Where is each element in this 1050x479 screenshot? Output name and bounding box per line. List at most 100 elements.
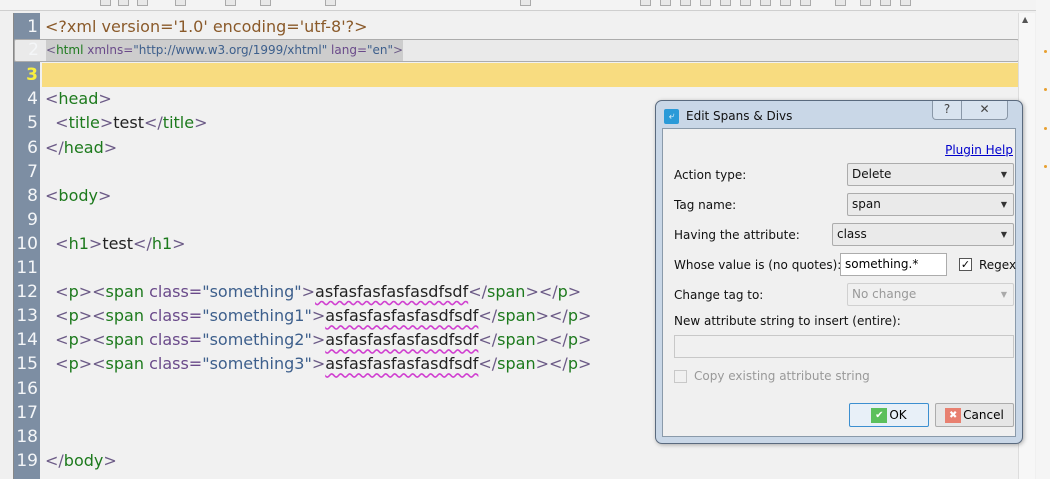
line-number: 19 (16, 450, 38, 471)
toolbar-button[interactable] (325, 0, 336, 6)
code-line[interactable]: 2 <html xmlns="http://www.w3.org/1999/xht… (14, 39, 1018, 63)
code-token: body (63, 450, 104, 470)
code-text: <p><span class="something1">asfasfasfasf… (45, 304, 591, 328)
code-token: < (45, 89, 59, 109)
line-number: 11 (16, 258, 38, 278)
toolbar-button[interactable] (720, 0, 731, 6)
code-text: <p><span class="something">asfasfasfasfa… (45, 280, 581, 304)
code-token: > (393, 43, 404, 58)
toolbar-button[interactable] (760, 0, 771, 6)
dialog-body: Plugin Help Action type: Delete ▼ Tag nam… (662, 128, 1016, 437)
line-number: 1 (27, 17, 38, 37)
line-number: 12 (16, 282, 38, 303)
toolbar-button[interactable] (740, 0, 751, 6)
code-token: h1 (151, 233, 173, 253)
new-attr-input[interactable] (674, 335, 1014, 358)
code-token: body (58, 185, 98, 205)
code-token: > (301, 282, 316, 302)
code-token: "something" (202, 282, 302, 302)
code-text: <h1>test</h1> (45, 232, 185, 256)
toolbar-button[interactable] (860, 0, 871, 6)
toolbar-button[interactable] (880, 0, 891, 6)
code-text: <body> (45, 184, 111, 208)
code-token: span (497, 306, 536, 326)
code-token: >< (78, 354, 106, 374)
attribute-select[interactable]: class ▼ (832, 223, 1014, 246)
code-token: >< (78, 306, 106, 326)
ok-button[interactable]: ✔ OK (849, 403, 929, 427)
tag-name-value: span (852, 197, 881, 211)
code-token: "something1" (202, 306, 312, 326)
regex-checkbox[interactable]: ✓ (959, 258, 972, 271)
code-token: p (68, 306, 79, 326)
toolbar-button[interactable] (260, 0, 271, 6)
dialog-titlebar[interactable]: ⤶ Edit Spans & Divs (664, 105, 792, 127)
code-token: span (105, 330, 144, 350)
toolbar-button[interactable] (137, 0, 148, 6)
toolbar-button[interactable] (800, 0, 811, 6)
toolbar-button[interactable] (175, 0, 186, 6)
code-token: "something2" (202, 330, 312, 350)
code-token: test (113, 113, 144, 133)
code-token: lang= (327, 43, 368, 58)
line-number: 17 (16, 402, 38, 423)
code-token: < (55, 330, 69, 350)
code-token: > (577, 306, 592, 326)
code-text: <head> (45, 87, 112, 111)
current-line-highlight (42, 63, 1018, 88)
marker-icon (1044, 88, 1047, 91)
close-button[interactable]: ✕ (961, 101, 1007, 119)
ok-label: OK (889, 408, 907, 422)
copy-attr-checkbox[interactable] (674, 370, 687, 383)
action-type-select[interactable]: Delete ▼ (847, 163, 1014, 186)
code-token: > (311, 330, 326, 350)
marker-icon (1044, 165, 1047, 168)
code-token: ></ (535, 330, 568, 350)
toolbar-button[interactable] (100, 0, 111, 6)
tag-name-select[interactable]: span ▼ (847, 193, 1014, 216)
line-number: 2 (28, 40, 39, 61)
code-line[interactable]: 3 (14, 63, 1018, 88)
toolbar-button[interactable] (780, 0, 791, 6)
check-icon: ✔ (871, 407, 888, 423)
toolbar-button[interactable] (640, 0, 651, 6)
cancel-button[interactable]: ✖ Cancel (935, 403, 1014, 427)
code-line[interactable]: 19 </body> (14, 449, 1018, 473)
chevron-down-icon: ▼ (1000, 290, 1007, 299)
code-token: ></ (535, 306, 568, 326)
line-number: 18 (16, 426, 38, 447)
code-token: p (68, 354, 79, 374)
code-token: </ (144, 113, 163, 133)
code-text: <?xml version='1.0' encoding='utf-8'?> (45, 15, 368, 39)
code-token: < (55, 113, 69, 133)
code-token: p (557, 282, 568, 302)
toolbar-button[interactable] (700, 0, 711, 6)
line-number: 15 (16, 354, 38, 375)
code-token: <?xml version='1.0' encoding='utf-8'?> (45, 17, 368, 36)
help-button[interactable]: ? (933, 101, 961, 119)
toolbar-button[interactable] (900, 0, 911, 6)
toolbar-button[interactable] (835, 0, 846, 6)
toolbar-button[interactable] (660, 0, 671, 6)
toolbar-button[interactable] (520, 0, 531, 6)
toolbar-button[interactable] (118, 0, 129, 6)
regex-label: Regex (979, 258, 1017, 272)
chevron-down-icon: ▼ (1000, 170, 1007, 179)
plugin-help-link[interactable]: Plugin Help (945, 143, 1013, 157)
scroll-up-icon[interactable]: ▲ (1022, 15, 1028, 24)
line-number: 9 (27, 209, 38, 230)
dialog-title: Edit Spans & Divs (686, 109, 793, 123)
toolbar-button[interactable] (225, 0, 236, 6)
code-token: < (45, 185, 59, 205)
code-text: <p><span class="something3">asfasfasfasf… (45, 352, 591, 376)
code-line[interactable]: 1 <?xml version='1.0' encoding='utf-8'?> (14, 15, 1018, 39)
side-panel (1036, 0, 1050, 479)
change-tag-select[interactable]: No change ▼ (847, 283, 1014, 306)
code-token: > (99, 113, 114, 133)
code-text: <html xmlns="http://www.w3.org/1999/xhtm… (46, 40, 404, 62)
value-input[interactable]: something.* (840, 253, 947, 276)
toolbar-button[interactable] (680, 0, 691, 6)
